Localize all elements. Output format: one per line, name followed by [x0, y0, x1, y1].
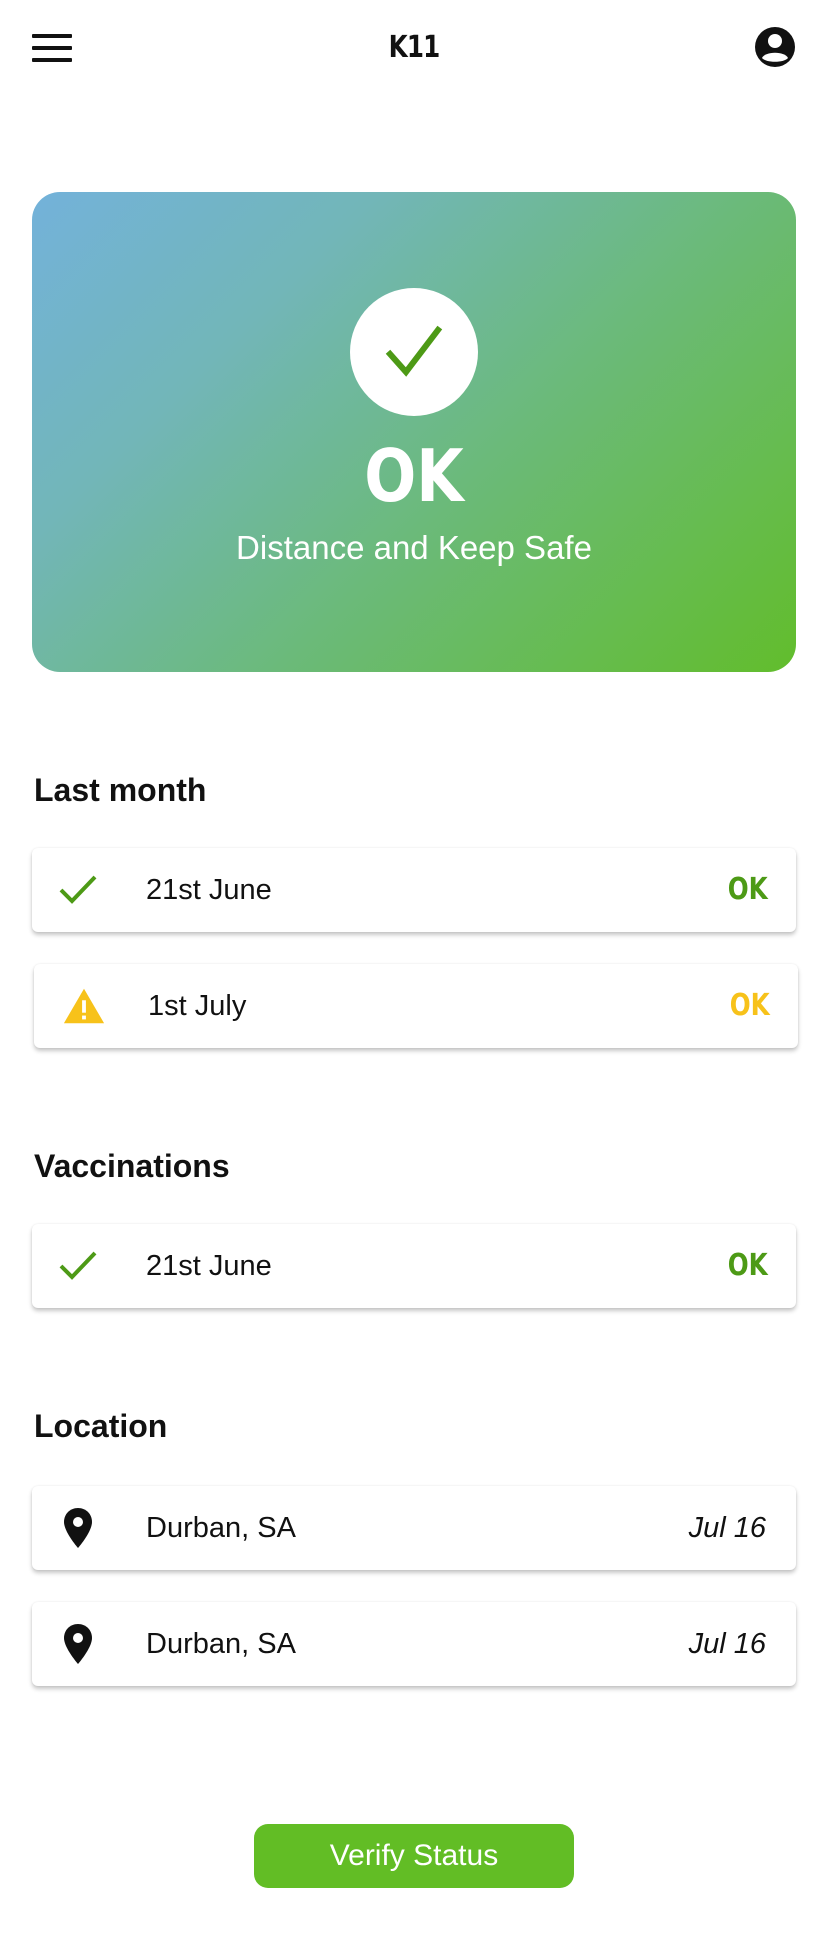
item-date: 1st July	[148, 990, 247, 1022]
list-item[interactable]: Durban, SA Jul 16	[32, 1602, 796, 1686]
status-message: Distance and Keep Safe	[236, 529, 592, 566]
status-title: OK	[364, 434, 464, 518]
hamburger-menu-icon[interactable]	[30, 30, 74, 66]
section-title-last-month: Last month	[34, 772, 207, 808]
verify-status-button[interactable]: Verify Status	[254, 1824, 574, 1888]
map-pin-icon	[56, 1622, 100, 1666]
location-date: Jul 16	[688, 1512, 766, 1544]
item-status: OK	[728, 872, 768, 907]
section-title-vaccinations: Vaccinations	[34, 1148, 230, 1184]
location-date: Jul 16	[688, 1628, 766, 1660]
item-date: 21st June	[146, 874, 272, 906]
list-item[interactable]: Durban, SA Jul 16	[32, 1486, 796, 1570]
location-place: Durban, SA	[146, 1512, 296, 1544]
app-title: K11	[388, 30, 441, 65]
item-status: OK	[728, 1248, 768, 1283]
check-icon	[56, 868, 100, 912]
list-item[interactable]: 21st June OK	[32, 848, 796, 932]
list-item[interactable]: 21st June OK	[32, 1224, 796, 1308]
check-icon	[56, 1244, 100, 1288]
warning-icon	[62, 984, 106, 1028]
map-pin-icon	[56, 1506, 100, 1550]
top-app-bar: K11	[0, 0, 828, 100]
status-card: OK Distance and Keep Safe	[32, 192, 796, 672]
account-circle-icon[interactable]	[754, 26, 796, 68]
location-place: Durban, SA	[146, 1628, 296, 1660]
status-check-icon	[350, 288, 478, 416]
section-title-location: Location	[34, 1408, 168, 1444]
item-date: 21st June	[146, 1250, 272, 1282]
list-item[interactable]: 1st July OK	[34, 964, 798, 1048]
item-status: OK	[730, 988, 770, 1023]
